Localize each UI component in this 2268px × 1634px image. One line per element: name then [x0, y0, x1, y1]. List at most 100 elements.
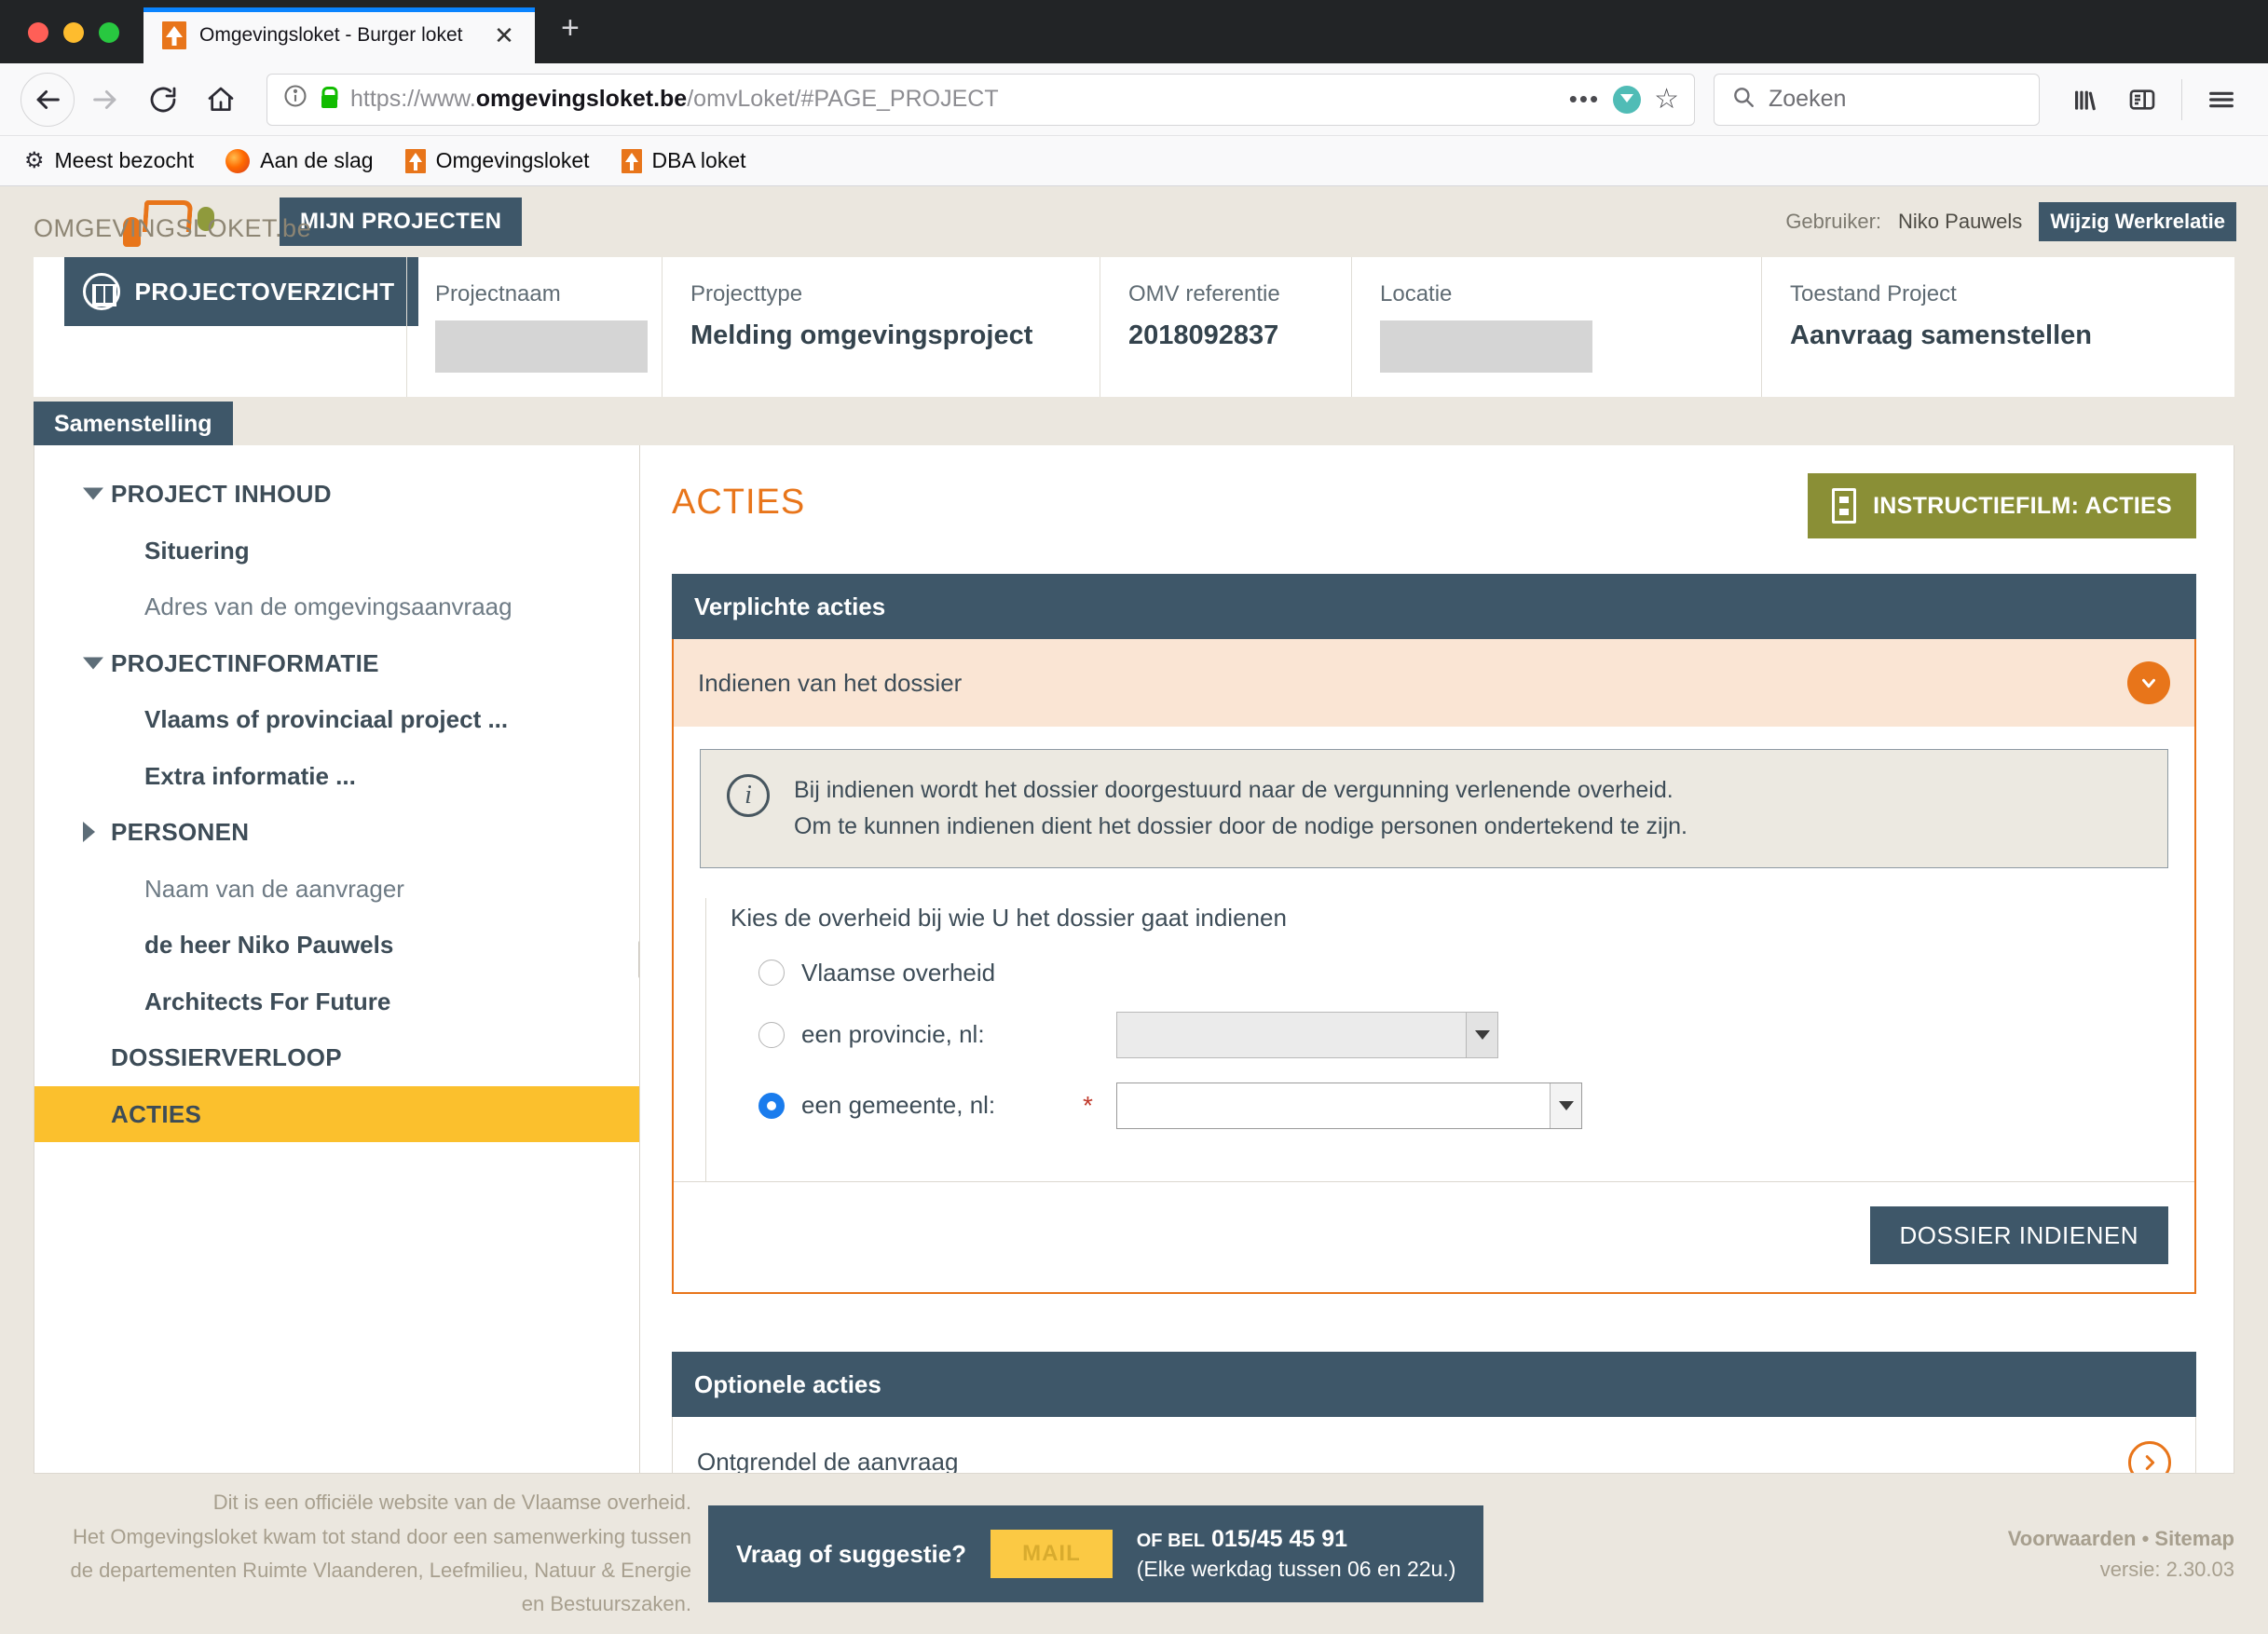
- user-name: Niko Pauwels: [1898, 209, 2023, 233]
- pocket-icon[interactable]: [1613, 85, 1642, 114]
- library-icon[interactable]: [2060, 74, 2112, 126]
- chevron-right-icon: [83, 822, 95, 843]
- main-header: ACTIES INSTRUCTIEFILM: ACTIES: [672, 473, 2196, 538]
- projectoverzicht-button[interactable]: PROJECTOVERZICHT: [63, 257, 419, 326]
- forward-icon[interactable]: [78, 73, 132, 127]
- instructiefilm-button[interactable]: INSTRUCTIEFILM: ACTIES: [1808, 473, 2196, 538]
- phone-prefix: OF BEL: [1136, 1530, 1206, 1551]
- gemeente-select[interactable]: [1116, 1082, 1582, 1129]
- bookmark-star-icon[interactable]: ☆: [1654, 83, 1679, 116]
- navigation-toolbar: https://www.omgevingsloket.be/omvLoket/#…: [0, 63, 2268, 136]
- form-legend: Kies de overheid bij wie U het dossier g…: [731, 903, 1287, 932]
- optionele-actie-row[interactable]: Ontgrendel de aanvraag: [672, 1416, 2196, 1473]
- accordion-title: Indienen van het dossier: [698, 668, 963, 697]
- option-gemeente[interactable]: een gemeente, nl: *: [731, 1082, 2168, 1129]
- info-text: Bij indienen wordt het dossier doorgestu…: [794, 772, 1687, 845]
- footer-links: Voorwaarden • Sitemap versie: 2.30.03: [2008, 1523, 2234, 1585]
- sidebar-item-acties[interactable]: ACTIES: [34, 1085, 639, 1142]
- sidebar-item-label: PROJECTINFORMATIE: [111, 648, 379, 677]
- sidebar-item-projectinformatie[interactable]: PROJECTINFORMATIE: [34, 635, 639, 692]
- chevron-down-icon: [1550, 1083, 1581, 1128]
- radio-vlaamse-overheid[interactable]: [758, 960, 785, 986]
- sidebar-item-project-inhoud[interactable]: PROJECT INHOUD: [34, 466, 639, 523]
- back-icon[interactable]: [20, 72, 75, 127]
- section-tabs: Samenstelling: [34, 397, 2234, 445]
- radio-label: Vlaamse overheid: [801, 958, 996, 987]
- user-label: Gebruiker:: [1785, 209, 1882, 233]
- search-input[interactable]: Zoeken: [1769, 86, 1846, 113]
- tab-samenstelling[interactable]: Samenstelling: [34, 402, 233, 445]
- browser-tab[interactable]: Omgevingsloket - Burger loket ✕: [143, 7, 535, 63]
- home-icon[interactable]: [194, 73, 248, 127]
- radio-gemeente[interactable]: [758, 1092, 785, 1119]
- address-bar[interactable]: https://www.omgevingsloket.be/omvLoket/#…: [266, 73, 1695, 126]
- verplichte-acties-panel: Verplichte acties Indienen van het dossi…: [672, 574, 2196, 1294]
- sidebar-item-label: Extra informatie ...: [144, 761, 356, 790]
- maximize-window-button[interactable]: [99, 22, 119, 43]
- field-value: Aanvraag samenstellen: [1790, 320, 2092, 350]
- bookmarks-bar: ⚙ Meest bezocht Aan de slag Omgevingslok…: [0, 136, 2268, 186]
- chevron-right-icon[interactable]: [2128, 1440, 2171, 1473]
- field-value: 2018092837: [1128, 320, 1279, 350]
- bookmark-label: Omgevingsloket: [435, 148, 590, 172]
- required-asterisk: *: [1083, 1090, 1093, 1120]
- minimize-window-button[interactable]: [63, 22, 84, 43]
- page-actions-icon[interactable]: •••: [1569, 85, 1600, 114]
- sidebar-item-adres-omgevingsaanvraag[interactable]: Adres van de omgevingsaanvraag: [34, 579, 639, 635]
- sidebar-item-de-heer-niko-pauwels[interactable]: de heer Niko Pauwels: [34, 917, 639, 974]
- bookmark-aan-de-slag[interactable]: Aan de slag: [225, 148, 374, 173]
- indienen-accordion-header[interactable]: Indienen van het dossier: [674, 639, 2194, 727]
- field-locatie: Locatie: [1351, 257, 1761, 397]
- mijn-projecten-button[interactable]: MIJN PROJECTEN: [280, 197, 523, 246]
- tab-strip: Omgevingsloket - Burger loket ✕ +: [0, 0, 2268, 63]
- sidebar-icon[interactable]: [2116, 74, 2168, 126]
- bookmark-omgevingsloket[interactable]: Omgevingsloket: [404, 148, 590, 173]
- omgevingsloket-logo[interactable]: OMGEVINGSLOKET.be: [34, 197, 311, 247]
- radio-label: een gemeente, nl:: [801, 1091, 996, 1119]
- sidebar-item-situering[interactable]: Situering: [34, 523, 639, 579]
- mail-button[interactable]: MAIL: [991, 1530, 1113, 1578]
- sidebar-item-vlaams-of-provinciaal-project[interactable]: Vlaams of provinciaal project ...: [34, 691, 639, 748]
- field-omv-referentie: OMV referentie 2018092837: [1100, 257, 1351, 397]
- close-window-button[interactable]: [28, 22, 48, 43]
- menu-hamburger-icon[interactable]: [2195, 74, 2248, 126]
- disclaimer-line-4: en Bestuurszaken.: [521, 1592, 691, 1616]
- gear-icon: ⚙: [24, 148, 45, 173]
- sidebar-resize-handle[interactable]: [638, 940, 639, 978]
- search-bar[interactable]: Zoeken: [1714, 73, 2040, 126]
- new-tab-button[interactable]: +: [535, 10, 608, 63]
- bookmark-meest-bezocht[interactable]: ⚙ Meest bezocht: [24, 147, 194, 174]
- sidebar-item-personen[interactable]: PERSONEN: [34, 804, 639, 861]
- phone-number: 015/45 45 91: [1211, 1525, 1348, 1552]
- film-icon: [1832, 488, 1857, 524]
- browser-window: Omgevingsloket - Burger loket ✕ + https:…: [0, 0, 2268, 1634]
- wijzig-werkrelatie-button[interactable]: Wijzig Werkrelatie: [2039, 201, 2236, 242]
- bookmark-dba-loket[interactable]: DBA loket: [621, 148, 746, 173]
- option-provincie[interactable]: een provincie, nl:: [731, 1011, 2168, 1058]
- close-icon[interactable]: ✕: [490, 23, 518, 48]
- window-controls: [0, 22, 143, 63]
- option-vlaamse-overheid[interactable]: Vlaamse overheid: [731, 959, 2168, 987]
- field-projectnaam: Projectnaam: [406, 257, 662, 397]
- page-title: ACTIES: [672, 483, 806, 522]
- info-line-2: Om te kunnen indienen dient het dossier …: [794, 812, 1687, 839]
- sidebar-item-dossierverloop[interactable]: DOSSIERVERLOOP: [34, 1029, 639, 1086]
- field-toestand-project: Toestand Project Aanvraag samenstellen: [1761, 257, 2234, 397]
- chevron-down-icon: [83, 487, 103, 500]
- sidebar-item-label: de heer Niko Pauwels: [144, 931, 394, 959]
- footer-link-list[interactable]: Voorwaarden • Sitemap: [2008, 1523, 2234, 1554]
- info-message: i Bij indienen wordt het dossier doorges…: [700, 749, 2168, 868]
- sidebar-item-architects-for-future[interactable]: Architects For Future: [34, 974, 639, 1030]
- contact-question: Vraag of suggestie?: [736, 1539, 967, 1568]
- phone-hours: (Elke werkdag tussen 06 en 22u.): [1136, 1557, 1456, 1582]
- provincie-select[interactable]: [1116, 1011, 1498, 1058]
- sidebar-item-naam-van-de-aanvrager[interactable]: Naam van de aanvrager: [34, 861, 639, 918]
- radio-provincie[interactable]: [758, 1021, 785, 1048]
- reload-icon[interactable]: [136, 73, 190, 127]
- page-info-icon[interactable]: [282, 83, 308, 116]
- dossier-indienen-button[interactable]: DOSSIER INDIENEN: [1869, 1205, 2168, 1264]
- optionele-actie-label: Ontgrendel de aanvraag: [697, 1448, 959, 1473]
- phone-line-1: OF BEL 015/45 45 91: [1137, 1526, 1347, 1552]
- chevron-down-icon[interactable]: [2127, 661, 2170, 704]
- sidebar-item-extra-informatie[interactable]: Extra informatie ...: [34, 748, 639, 805]
